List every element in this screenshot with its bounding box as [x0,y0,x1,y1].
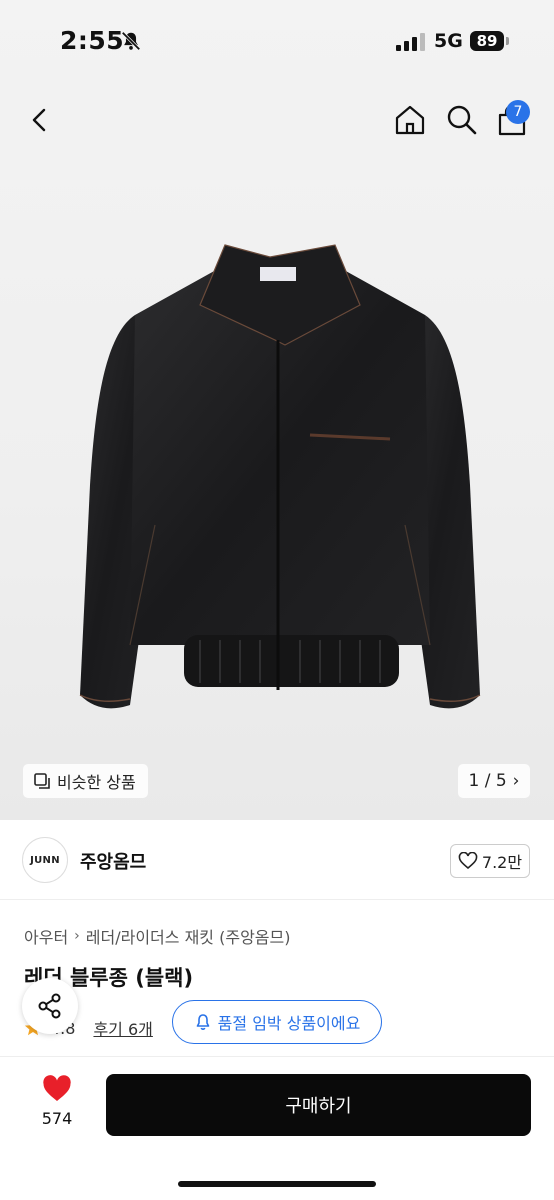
back-arrow-icon[interactable] [24,102,56,138]
product-gallery[interactable]: 2:55 5G 89 7 비슷한 상품 1 / 5 › [0,0,554,820]
similar-products-label: 비슷한 상품 [57,773,136,792]
buy-button[interactable]: 구매하기 [106,1074,531,1136]
chevron-right-icon: › [74,928,80,944]
heart-outline-icon [458,852,478,870]
seller-row[interactable]: JUNN 주앙옴므 7.2만 [0,822,554,900]
network-type: 5G [434,30,463,52]
seller-like-count: 7.2만 [481,853,523,872]
battery-icon [506,37,509,45]
status-time: 2:55 [60,26,125,55]
top-nav [0,96,554,146]
bottom-action-bar: 574 구매하기 [0,1056,554,1200]
breadcrumb: 아우터 › 레더/라이더스 재킷 (주앙옴므) [24,924,290,948]
breadcrumb-subcategory[interactable]: 레더/라이더스 재킷 (주앙옴므) [86,924,291,948]
like-button[interactable]: 574 [30,1075,84,1135]
status-bar: 2:55 5G 89 [0,0,554,86]
bell-off-icon [121,31,141,51]
signal-icon [396,33,425,51]
reviews-link[interactable]: 후기 6개 [93,1016,152,1040]
product-image [79,244,481,709]
copy-icon [34,773,50,789]
home-icon[interactable] [392,102,428,138]
bell-icon [196,1014,209,1030]
soldout-notice[interactable]: 품절 임박 상품이에요 [172,1000,382,1044]
home-indicator [178,1181,376,1187]
pager-text: 1 / 5 [468,771,507,791]
soldout-notice-label: 품절 임박 상품이에요 [217,1014,361,1033]
seller-name[interactable]: 주앙옴므 [80,848,146,874]
seller-logo[interactable]: JUNN [22,837,68,883]
image-pager[interactable]: 1 / 5 › [458,764,530,798]
chevron-right-icon: › [512,771,520,791]
battery-level: 89 [470,31,504,51]
cart-count-badge: 7 [506,100,530,124]
breadcrumb-category[interactable]: 아우터 [24,924,68,948]
similar-products-button[interactable]: 비슷한 상품 [23,764,148,798]
like-count: 574 [41,1109,73,1128]
share-icon [38,993,61,1019]
share-button[interactable] [22,978,78,1034]
search-icon[interactable] [444,102,480,138]
seller-follow-button[interactable]: 7.2만 [450,844,530,878]
heart-filled-icon [43,1075,71,1101]
